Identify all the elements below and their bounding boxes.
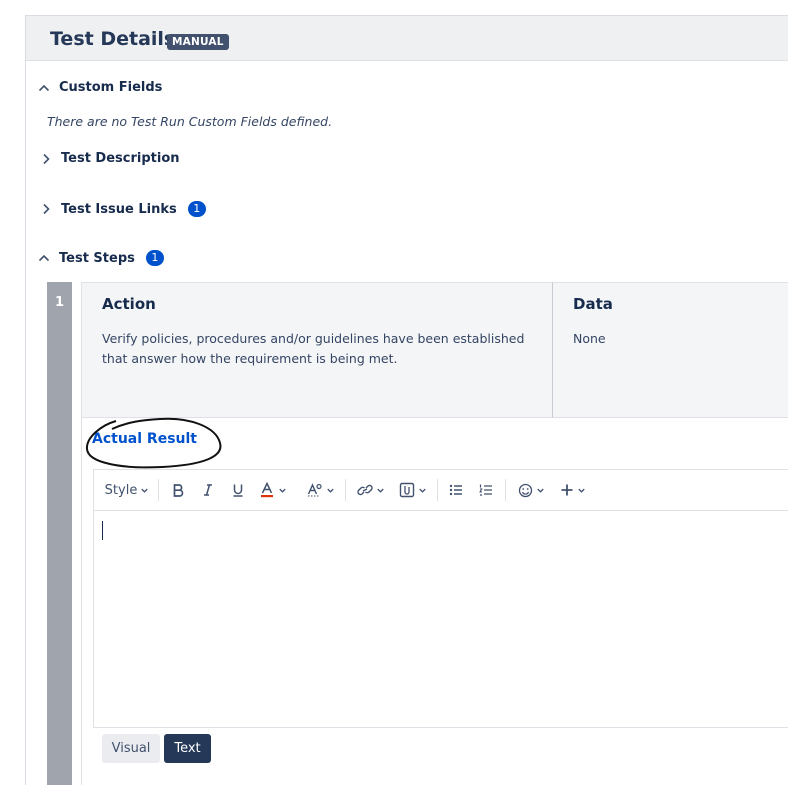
chevron-down-icon [327,488,334,493]
chevron-down-icon [536,488,544,493]
italic-icon [204,484,212,496]
test-description-toggle[interactable]: Test Description [40,151,180,166]
chevron-down-icon [419,488,426,493]
actual-result-input[interactable] [94,511,788,727]
style-dropdown[interactable]: Style [102,478,152,502]
test-steps-label: Test Steps [59,250,135,266]
bullet-list-button[interactable] [444,478,468,502]
chevron-right-icon [43,203,50,215]
underline-button[interactable] [226,478,250,502]
test-steps-toggle[interactable]: Test Steps 1 [38,250,164,266]
test-issue-links-label: Test Issue Links [61,201,177,217]
link-icon [357,484,373,496]
custom-fields-toggle[interactable]: Custom Fields [38,80,162,95]
page-title: Test Details [50,28,176,50]
toolbar-separator [158,479,159,501]
underline-icon [233,484,243,497]
numbered-list-icon [479,484,492,496]
chevron-down-icon [578,488,585,493]
emoji-icon [518,483,532,497]
test-type-badge: MANUAL [167,34,229,50]
text-effects-icon [307,483,322,497]
toolbar-separator [345,479,346,501]
chevron-down-icon [141,488,149,493]
link-dropdown[interactable] [354,478,388,502]
action-text: Verify policies, procedures and/or guide… [102,331,525,366]
test-description-label: Test Description [61,151,180,166]
toolbar-separator [505,479,506,501]
emoji-dropdown[interactable] [514,478,548,502]
panel-header: Test Details MANUAL [26,16,788,61]
test-steps-count-badge: 1 [145,250,164,266]
editor-toolbar: Style [94,470,788,511]
action-column: Action Verify policies, procedures and/o… [82,282,553,418]
insert-more-dropdown[interactable] [556,478,590,502]
actual-result-label: Actual Result [92,431,197,447]
custom-fields-label: Custom Fields [59,80,163,95]
bold-button[interactable] [166,478,190,502]
data-text: None [573,331,606,346]
toolbar-separator [437,479,438,501]
action-header: Action [102,295,156,313]
custom-fields-empty-note: There are no Test Run Custom Fields defi… [47,114,333,129]
issue-links-count-badge: 1 [187,201,206,217]
numbered-list-button[interactable] [474,478,498,502]
style-dropdown-label: Style [104,482,138,498]
attachment-dropdown[interactable] [396,478,430,502]
step-body: Action Verify policies, procedures and/o… [81,282,788,785]
text-mode-button[interactable]: Text [164,734,211,763]
actual-result-editor: Style [93,469,788,728]
chevron-up-icon [38,254,50,262]
attachment-icon [399,482,415,498]
text-color-icon [260,482,273,498]
text-caret [102,521,103,540]
chevron-right-icon [43,153,50,164]
insert-more-icon [561,484,573,496]
data-column: Data None [553,282,788,418]
italic-button[interactable] [196,478,220,502]
text-effects-dropdown[interactable] [304,478,338,502]
bold-icon [173,484,184,497]
text-color-dropdown[interactable] [256,478,290,502]
step-number: 1 [47,282,72,785]
test-issue-links-toggle[interactable]: Test Issue Links 1 [40,201,206,217]
data-header: Data [573,295,613,313]
chevron-down-icon [377,488,384,493]
chevron-down-icon [278,488,286,493]
test-details-panel: Test Details MANUAL Custom Fields There … [25,15,788,785]
bullet-list-icon [449,484,462,496]
chevron-up-icon [38,84,50,91]
visual-mode-button[interactable]: Visual [102,734,160,763]
